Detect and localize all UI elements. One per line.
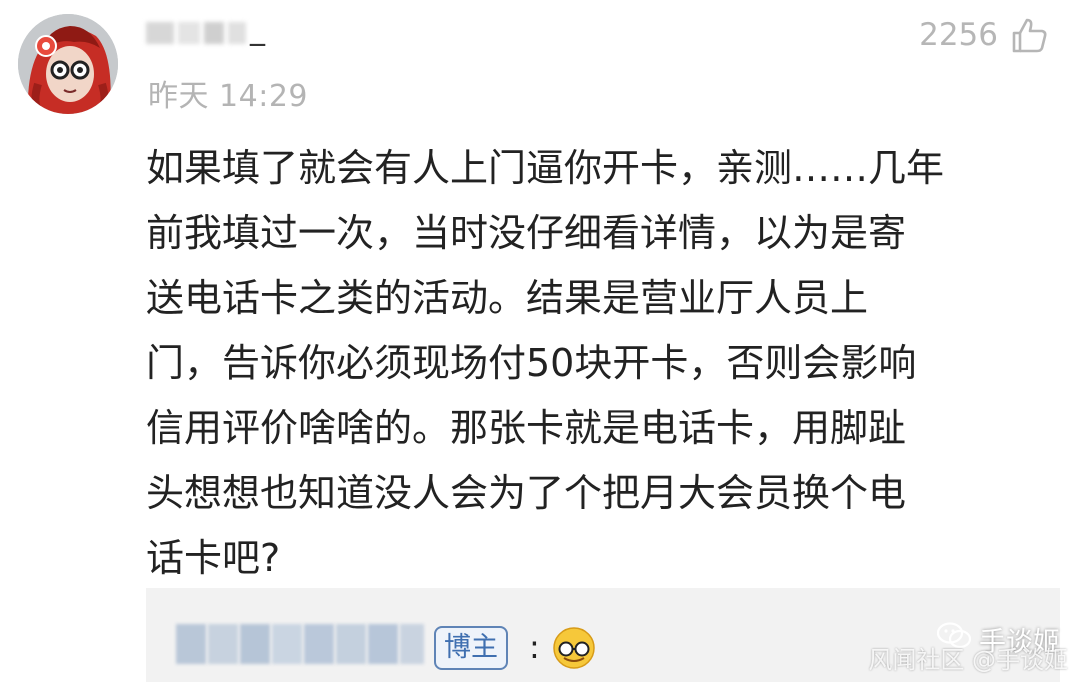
blogger-tag: 博主: [434, 626, 508, 670]
reply-username-blur-block: [272, 624, 302, 664]
comment-line: 前我填过一次，当时没仔细看详情，以为是寄: [146, 211, 907, 255]
comment-card: _ 昨天 14:29 2256 如果填了就会有人上门逼你开卡，亲测……几年 前我…: [0, 0, 1080, 682]
reply-username-blur-block: [368, 624, 398, 664]
avatar[interactable]: [18, 14, 118, 114]
reply-username-blur-block: [240, 624, 270, 664]
username-blur-block: [146, 22, 174, 44]
comment-timestamp: 昨天 14:29: [148, 79, 308, 114]
comment-body: 如果填了就会有人上门逼你开卡，亲测……几年 前我填过一次，当时没仔细看详情，以为…: [146, 136, 1056, 591]
reply-username-blurred[interactable]: [176, 624, 426, 664]
reply-username-blur-block: [336, 624, 366, 664]
username-blurred[interactable]: _: [146, 12, 270, 54]
glasses-emoji-icon: [552, 626, 596, 670]
reply-username-blur-block: [208, 624, 238, 664]
reply-username-blur-block: [304, 624, 334, 664]
comment-line: 如果填了就会有人上门逼你开卡，亲测……几年: [146, 146, 945, 190]
username-blur-block: [178, 22, 200, 44]
comment-line: 送电话卡之类的活动。结果是营业厅人员上: [146, 276, 869, 320]
comment-line: 门，告诉你必须现场付50块开卡，否则会影响: [146, 341, 917, 385]
username-blur-block: [204, 22, 224, 44]
comment-line: 话卡吧?: [146, 536, 281, 580]
username-tail: _: [250, 12, 265, 47]
reply-username-blur-block: [400, 624, 424, 664]
reply-username-blur-block: [176, 624, 206, 664]
comment-line: 头想想也知道没人会为了个把月大会员换个电: [146, 471, 907, 515]
community-watermark: 风闻社区 @手谈姬: [868, 646, 1068, 674]
reply-colon: :: [529, 628, 540, 666]
like-count: 2256: [919, 17, 998, 53]
username-blur-block: [228, 22, 246, 44]
like-button[interactable]: 2256: [919, 16, 1048, 54]
thumbs-up-icon: [1010, 16, 1048, 54]
comment-line: 信用评价啥啥的。那张卡就是电话卡，用脚趾: [146, 406, 907, 450]
avatar-image: [18, 14, 118, 114]
